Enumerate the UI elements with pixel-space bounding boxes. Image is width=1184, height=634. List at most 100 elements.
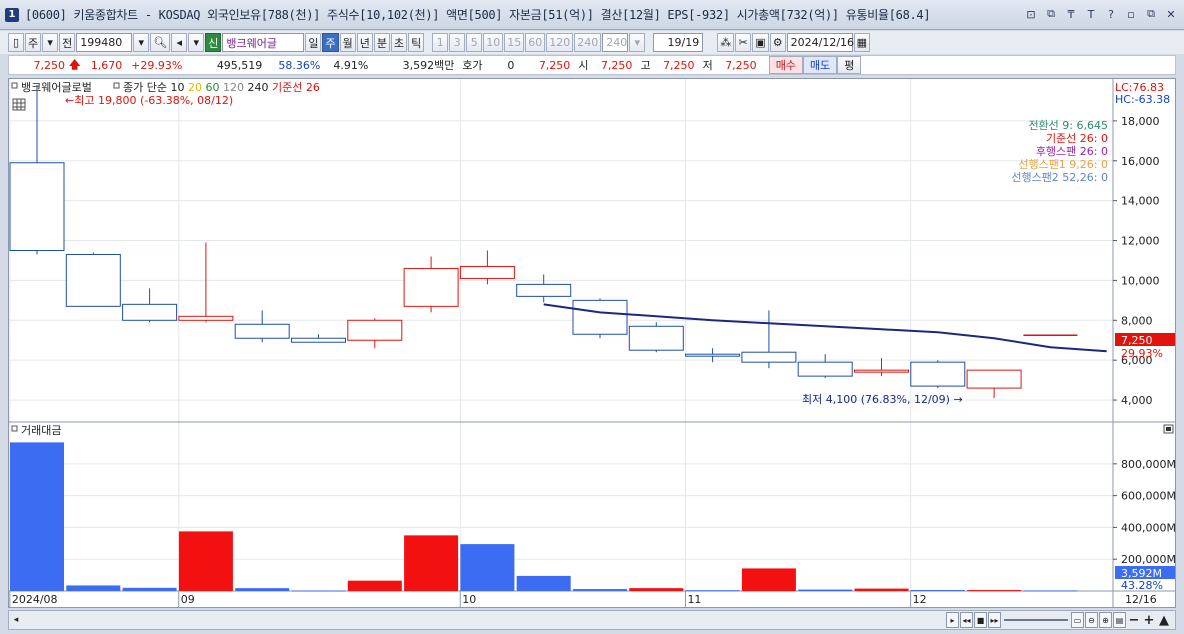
sell-button[interactable]: 매도 (802, 56, 838, 74)
volume-bar (291, 590, 346, 592)
scroll-end-icon[interactable]: ▸▸ (988, 612, 1001, 628)
interval-month[interactable]: 월 (339, 33, 356, 52)
stock-name-field[interactable]: 뱅크웨어글 (222, 33, 305, 52)
scroll-left-icon[interactable]: ◂ (9, 611, 23, 629)
minute-option-10[interactable]: 10 (483, 33, 504, 52)
candle-body (234, 323, 290, 339)
scale-icon[interactable]: ▲ (1157, 612, 1171, 628)
volume-bar (741, 568, 796, 591)
restore-icon[interactable]: ⧉ (1144, 7, 1158, 21)
full-toggle-button[interactable]: 전 (59, 33, 76, 52)
candle-body (347, 319, 403, 341)
stock-code-input[interactable]: 199480 (76, 33, 133, 52)
candle-body (966, 369, 1022, 389)
panel-maximize-icon[interactable] (1163, 424, 1174, 434)
candle-body (459, 265, 515, 279)
minute-option-240[interactable]: 240 (574, 33, 602, 52)
volume-bars (10, 442, 1078, 592)
interval-minute[interactable]: 분 (373, 33, 390, 52)
calendar-icon[interactable]: ▦ (853, 33, 871, 52)
volume-tick-label: 800,000M (1121, 458, 1175, 471)
moving-average-line (543, 303, 1107, 353)
close-icon[interactable]: ✕ (1164, 7, 1178, 21)
grid-toggle-icon[interactable] (12, 98, 26, 111)
volume-grid (9, 463, 1113, 560)
minute-option-15[interactable]: 15 (504, 33, 525, 52)
indicator-icon[interactable]: ⁂ (717, 33, 735, 52)
average-button[interactable]: 평 (837, 56, 862, 74)
candle-body (65, 253, 121, 307)
price-grid (9, 79, 1113, 591)
interval-day[interactable]: 일 (305, 33, 322, 52)
interval-week[interactable]: 주 (322, 33, 339, 52)
scroll-forward-icon[interactable]: ▸ (946, 612, 959, 628)
volume-bar (347, 580, 402, 591)
price-tick-label: 12,000 (1121, 235, 1160, 248)
chart-scrollbar[interactable]: ◂ ▸ ◂◂ ■ ▸▸ ▭ ⊖ ⊕ ▤ − + ▲ (8, 610, 1176, 630)
price-tick-label: 10,000 (1121, 274, 1160, 287)
save-icon[interactable]: ▣ (752, 33, 769, 52)
ichimoku-legend: 전환선 9: 6,645기준선 26: 0후행스팬 26: 0선행스팬1 9,2… (1011, 119, 1108, 184)
candle-body (854, 369, 909, 373)
chart-area[interactable]: 뱅크웨어글로벌 종가 단순 10 20 60 120 240 기준선 26 ←최… (8, 78, 1176, 608)
copy-window-icon[interactable]: ⧉ (1044, 7, 1058, 21)
period-type-select[interactable]: 주 (25, 33, 42, 52)
legend-item: 60 (202, 81, 220, 94)
zoom-out-icon[interactable]: − (1127, 612, 1141, 628)
chevron-down-icon[interactable]: ▾ (42, 33, 59, 52)
up-arrow-icon: 🡅 (69, 57, 81, 71)
zoom-in-box-icon[interactable]: ⊕ (1099, 612, 1112, 628)
minimize-icon[interactable]: ▫ (1124, 7, 1138, 21)
layout-icon[interactable]: ⊡ (1024, 7, 1038, 21)
title-bar: 1 [0600] 키움종합차트 - KOSDAQ 외국인보유[788(천)] 주… (0, 0, 1184, 30)
current-date-label: 12/16 (1125, 593, 1157, 606)
code-dropdown-icon[interactable]: ▾ (133, 33, 150, 52)
volume-bar (798, 589, 853, 591)
search-icon[interactable]: 🔍︎ (150, 33, 171, 52)
zoom-out-box-icon[interactable]: ▭ (1071, 612, 1084, 628)
bar-count-input[interactable]: 19/19 (653, 33, 704, 52)
price-change-pct: +29.93% (131, 58, 183, 72)
zoom-reset-icon[interactable]: ⊖ (1085, 612, 1098, 628)
font-icon[interactable]: T (1084, 7, 1098, 21)
minute-option-5[interactable]: 5 (466, 33, 483, 52)
quote-bar: 7,250 🡅 1,670 +29.93% 495,519 58.36% 4.9… (8, 55, 1176, 75)
interval-year[interactable]: 년 (356, 33, 373, 52)
current-price-tag-text: 7,250 (1121, 334, 1153, 347)
tools-icon[interactable]: ✂ (735, 33, 752, 52)
pin-icon[interactable]: ₸ (1064, 7, 1078, 21)
gear-icon[interactable]: ⚙ (769, 33, 786, 52)
volume-bar (122, 587, 177, 591)
ichimoku-legend-item: 기준선 26: 0 (1046, 132, 1108, 145)
minute-option-1[interactable]: 1 (432, 33, 449, 52)
minute-value-input[interactable]: 240 (602, 33, 629, 52)
zoom-in-icon[interactable]: + (1142, 612, 1156, 628)
window-title: [0600] 키움종합차트 - KOSDAQ 외국인보유[788(천)] 주식수… (25, 8, 931, 22)
chart-svg[interactable]: 뱅크웨어글로벌 종가 단순 10 20 60 120 240 기준선 26 ←최… (9, 79, 1176, 607)
minute-option-120[interactable]: 120 (546, 33, 574, 52)
price-tick-label: 14,000 (1121, 195, 1160, 208)
volume-tick-label: 600,000M (1121, 490, 1175, 503)
current-price-tag-pct: 29.93% (1121, 347, 1163, 360)
view-mode-icon[interactable]: ▤ (1113, 612, 1126, 628)
minute-option-3[interactable]: 3 (449, 33, 466, 52)
scroll-start-icon[interactable]: ◂◂ (960, 612, 973, 628)
interval-tick[interactable]: 틱 (408, 33, 425, 52)
chart-settings-icon[interactable]: ▯ (8, 33, 24, 52)
speaker-dropdown-icon[interactable]: ▾ (188, 33, 205, 52)
buy-button[interactable]: 매수 (768, 56, 803, 74)
volume-bar (573, 589, 627, 591)
candle-body (403, 267, 459, 307)
volume-tick-label: 400,000M (1121, 521, 1175, 534)
zoom-slider[interactable] (1002, 612, 1070, 628)
price-tick-label: 8,000 (1121, 314, 1153, 327)
minute-dropdown-icon[interactable]: ▾ (629, 33, 646, 52)
minute-option-60[interactable]: 60 (525, 33, 546, 52)
date-input[interactable]: 2024/12/16 (786, 33, 854, 52)
legend-item: 기준선 26 (268, 81, 319, 94)
stop-icon[interactable]: ■ (974, 612, 987, 628)
speaker-icon[interactable]: ◂ (171, 33, 188, 52)
time-tick-label: 10 (462, 593, 476, 606)
interval-second[interactable]: 초 (390, 33, 408, 52)
help-icon[interactable]: ? (1104, 7, 1118, 21)
